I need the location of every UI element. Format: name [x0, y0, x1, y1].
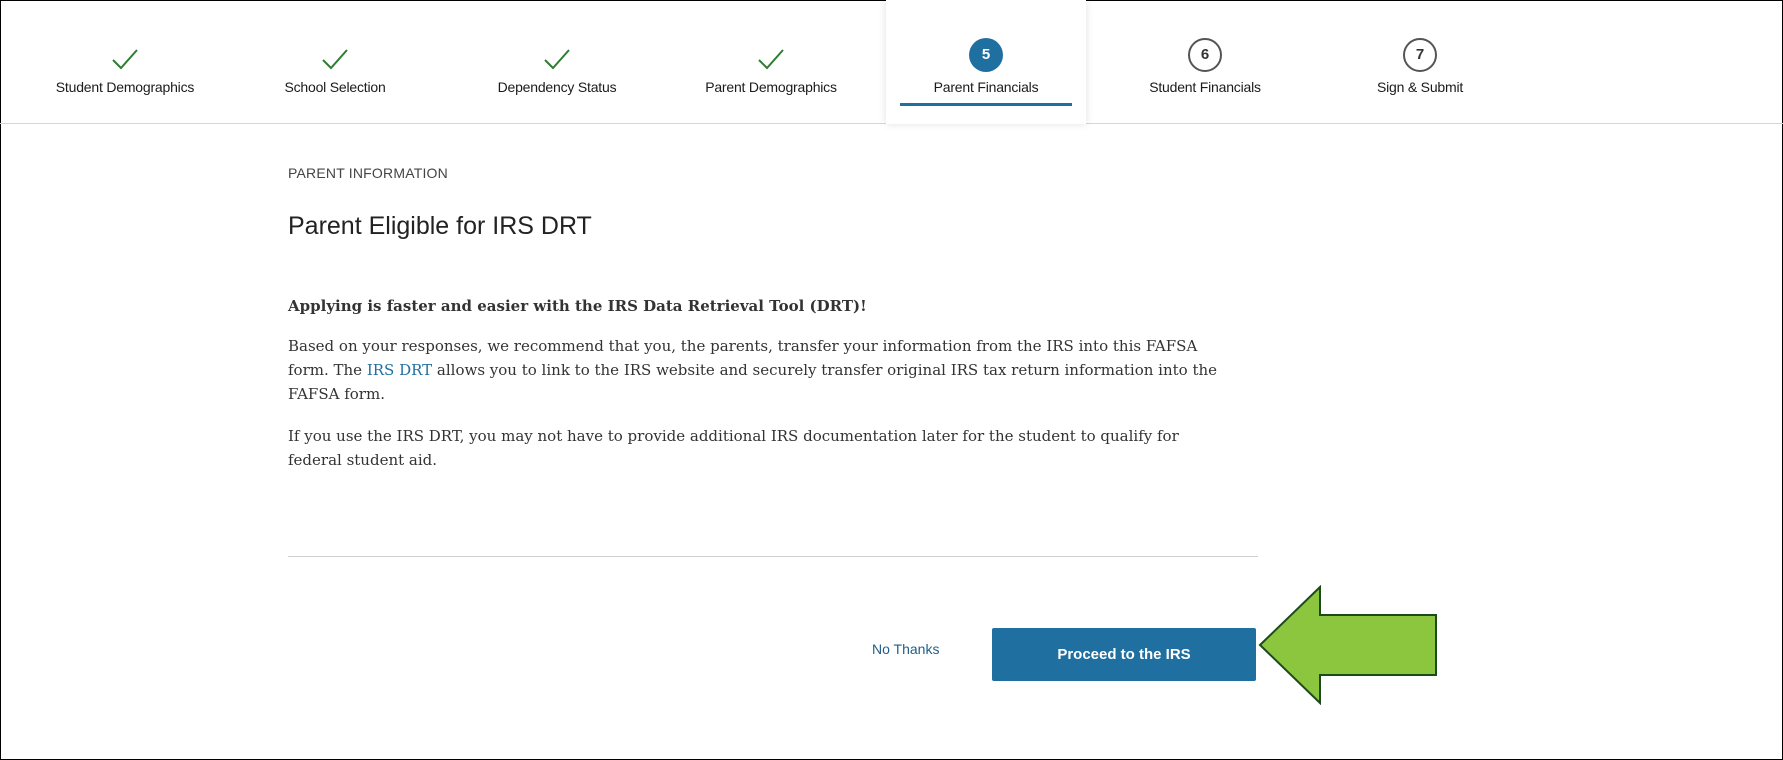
step-sign-submit[interactable]: 7 Sign & Submit: [1320, 0, 1520, 124]
progress-steps: Student Demographics School Selection De…: [0, 0, 1783, 124]
checkmark-icon: [758, 49, 784, 70]
step-label: Parent Financials: [933, 79, 1039, 95]
section-kicker: PARENT INFORMATION: [288, 165, 448, 181]
proceed-to-irs-button[interactable]: Proceed to the IRS: [992, 628, 1256, 681]
step-label: Dependency Status: [497, 79, 617, 95]
checkmark-icon: [112, 49, 138, 70]
drt-description: Based on your responses, we recommend th…: [288, 334, 1218, 406]
no-thanks-button[interactable]: No Thanks: [872, 641, 939, 657]
checkmark-icon: [322, 49, 348, 70]
checkmark-icon: [544, 49, 570, 70]
step-label: School Selection: [284, 79, 386, 95]
divider: [288, 556, 1258, 557]
step-student-financials[interactable]: 6 Student Financials: [1105, 0, 1305, 124]
irs-drt-link[interactable]: IRS DRT: [367, 361, 432, 379]
lead-text: Applying is faster and easier with the I…: [288, 297, 867, 315]
step-label: Student Financials: [1149, 79, 1261, 95]
step-label: Parent Demographics: [705, 79, 837, 95]
documentation-note: If you use the IRS DRT, you may not have…: [288, 427, 1179, 469]
step-school-selection[interactable]: School Selection: [250, 0, 420, 124]
step-parent-financials[interactable]: 5 Parent Financials: [886, 0, 1086, 124]
step-label: Student Demographics: [55, 79, 195, 95]
step-student-demographics[interactable]: Student Demographics: [20, 0, 230, 124]
page-title: Parent Eligible for IRS DRT: [288, 212, 592, 240]
step-parent-demographics[interactable]: Parent Demographics: [671, 0, 871, 124]
step-number-badge: 5: [969, 38, 1003, 72]
step-dependency-status[interactable]: Dependency Status: [472, 0, 642, 124]
step-label: Sign & Submit: [1376, 79, 1464, 95]
step-number-badge: 7: [1403, 38, 1437, 72]
annotation-arrow-icon: [1258, 585, 1437, 705]
active-step-underline: [900, 103, 1072, 106]
step-number-badge: 6: [1188, 38, 1222, 72]
